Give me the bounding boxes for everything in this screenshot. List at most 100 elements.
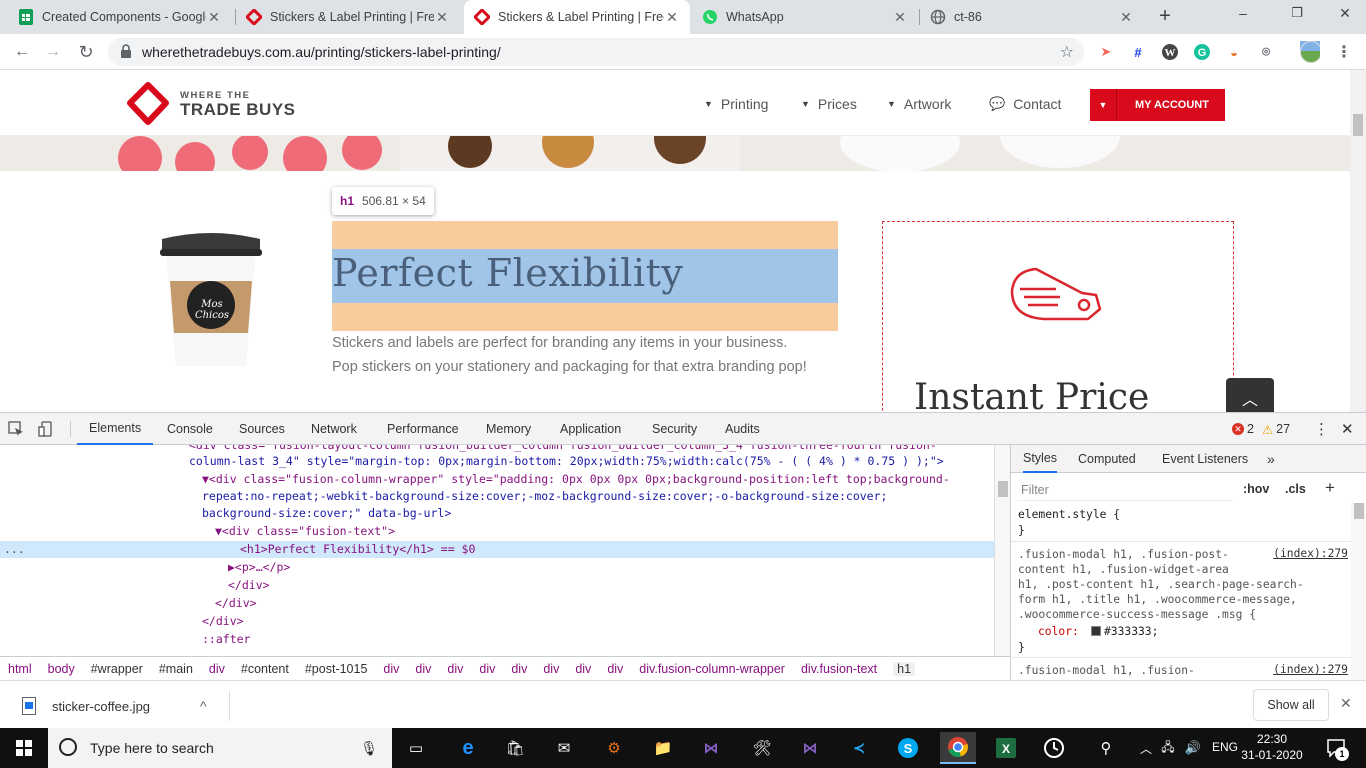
rule-selector[interactable]: .fusion-modal h1, .fusion-: [1018, 663, 1195, 678]
breadcrumb-item[interactable]: #content: [241, 662, 289, 676]
rule-source-link[interactable]: (index):279: [1273, 547, 1348, 560]
tools-icon[interactable]: 🛠: [744, 732, 780, 764]
show-all-button[interactable]: Show all: [1253, 689, 1329, 721]
dom-line[interactable]: </div>: [0, 577, 994, 594]
breadcrumb-item[interactable]: html: [8, 662, 32, 676]
page-scrollbar[interactable]: [1350, 70, 1366, 412]
edge-icon[interactable]: e: [450, 732, 486, 764]
scroll-to-top-button[interactable]: ︿: [1226, 378, 1274, 412]
breadcrumb-item-current[interactable]: h1: [893, 662, 916, 676]
people-icon[interactable]: ⚲: [1094, 732, 1118, 764]
tab-styles[interactable]: Styles: [1023, 445, 1058, 473]
tab-audits[interactable]: Audits: [725, 413, 760, 445]
clock-app-icon[interactable]: [1036, 732, 1072, 764]
taskbar-search-box[interactable]: Type here to search 🎙: [48, 728, 392, 768]
excel-icon[interactable]: X: [988, 732, 1024, 764]
close-icon[interactable]: ✕: [206, 9, 222, 26]
mail-icon[interactable]: ✉: [546, 732, 582, 764]
download-bar-close-icon[interactable]: ✕: [1340, 695, 1352, 712]
tab-created-components[interactable]: Created Components - Google ✕: [8, 0, 232, 34]
network-icon[interactable]: 🖧: [1158, 732, 1178, 764]
download-item[interactable]: sticker-coffee.jpg ^: [12, 691, 230, 721]
tab-elements[interactable]: Elements: [77, 413, 154, 445]
breadcrumb-item[interactable]: div: [209, 662, 225, 676]
chevron-up-icon[interactable]: ^: [200, 698, 207, 714]
wordpress-icon[interactable]: W: [1160, 42, 1180, 62]
store-icon[interactable]: 🛍: [497, 732, 533, 764]
tab-computed[interactable]: Computed: [1078, 445, 1136, 473]
extension-color-icon[interactable]: ◒: [1224, 42, 1244, 62]
address-bar[interactable]: wherethetradebuys.com.au/printing/sticke…: [108, 38, 1084, 66]
nav-printing[interactable]: ▼ Printing: [704, 96, 768, 112]
css-property[interactable]: color:: [1038, 624, 1079, 639]
profile-avatar[interactable]: [1300, 41, 1320, 63]
grammarly-icon[interactable]: G: [1192, 42, 1212, 62]
close-icon[interactable]: ✕: [664, 9, 680, 26]
inspect-element-icon[interactable]: [8, 413, 28, 445]
task-view-icon[interactable]: ▭: [398, 732, 434, 764]
device-toolbar-icon[interactable]: [38, 413, 58, 445]
new-tab-button[interactable]: +: [1154, 5, 1176, 27]
breadcrumb-item[interactable]: div: [447, 662, 463, 676]
clock-date[interactable]: 31-01-2020: [1240, 748, 1304, 762]
extension-grid-icon[interactable]: #: [1128, 42, 1148, 62]
dom-line-selected[interactable]: ... <h1>Perfect Flexibility</h1> == $0: [0, 541, 994, 558]
styles-filter-input[interactable]: Filter: [1017, 479, 1233, 501]
nav-contact[interactable]: 💬 Contact: [989, 96, 1061, 112]
dom-line[interactable]: background-size:cover;" data-bg-url>: [0, 505, 994, 522]
dom-line[interactable]: ▼<div class="fusion-text">: [0, 523, 994, 540]
breadcrumb-item[interactable]: body: [48, 662, 75, 676]
dom-line[interactable]: </div>: [0, 595, 994, 612]
breadcrumb-item[interactable]: #wrapper: [91, 662, 143, 676]
forward-arrow-icon[interactable]: →: [41, 40, 65, 64]
styles-scrollbar[interactable]: [1351, 503, 1366, 681]
dom-line[interactable]: ::after: [0, 631, 994, 648]
window-close-button[interactable]: ✕: [1330, 5, 1360, 27]
close-icon[interactable]: ✕: [434, 9, 450, 26]
minimize-button[interactable]: –: [1228, 5, 1258, 27]
tab-stickers-1[interactable]: Stickers & Label Printing | Free ✕: [236, 0, 460, 34]
scrollbar-thumb[interactable]: [1354, 503, 1364, 519]
vscode-icon[interactable]: ≺: [841, 732, 877, 764]
skype-icon[interactable]: S: [890, 732, 926, 764]
language-indicator[interactable]: ENG: [1212, 740, 1238, 754]
tab-whatsapp[interactable]: WhatsApp ✕: [692, 0, 918, 34]
tab-event-listeners[interactable]: Event Listeners: [1162, 445, 1248, 473]
rule-source-link[interactable]: (index):279: [1273, 663, 1348, 676]
tab-stickers-active[interactable]: Stickers & Label Printing | Free ✕: [464, 0, 690, 34]
maximize-button[interactable]: ❐: [1282, 5, 1312, 27]
dom-line[interactable]: repeat:no-repeat;-webkit-background-size…: [0, 488, 994, 505]
nav-prices[interactable]: ▼ Prices: [801, 96, 857, 112]
scrollbar-thumb[interactable]: [998, 481, 1008, 497]
hov-toggle[interactable]: :hov: [1243, 482, 1269, 496]
tab-ct86[interactable]: ct-86 ✕: [920, 0, 1144, 34]
file-explorer-icon[interactable]: 📁: [645, 732, 681, 764]
nav-artwork[interactable]: ▼ Artwork: [887, 96, 951, 112]
camera-icon[interactable]: ⌾: [1256, 42, 1276, 62]
app-orange-icon[interactable]: ⚙: [596, 732, 632, 764]
tab-console[interactable]: Console: [167, 413, 213, 445]
menu-kebab-icon[interactable]: ⋮: [1334, 42, 1354, 62]
color-swatch[interactable]: [1091, 626, 1101, 636]
reload-icon[interactable]: ↻: [74, 40, 98, 64]
tab-network[interactable]: Network: [311, 413, 357, 445]
ellipsis-icon[interactable]: ...: [4, 541, 25, 558]
microphone-icon[interactable]: 🎙: [360, 740, 378, 757]
tab-security[interactable]: Security: [652, 413, 697, 445]
rule-selector[interactable]: form h1, .title h1, .woocommerce-message…: [1018, 592, 1297, 607]
breadcrumb-item[interactable]: div: [543, 662, 559, 676]
bookmark-star-icon[interactable]: ☆: [1060, 42, 1074, 62]
breadcrumb-item[interactable]: div.fusion-column-wrapper: [639, 662, 785, 676]
dom-line[interactable]: column-last 3_4" style="margin-top: 0px;…: [0, 453, 994, 470]
close-icon[interactable]: ✕: [892, 9, 908, 26]
breadcrumb-item[interactable]: div: [479, 662, 495, 676]
breadcrumb-item[interactable]: div.fusion-text: [801, 662, 877, 676]
cls-toggle[interactable]: .cls: [1285, 482, 1306, 496]
tab-memory[interactable]: Memory: [486, 413, 531, 445]
back-arrow-icon[interactable]: ←: [10, 40, 34, 64]
breadcrumb-item[interactable]: div: [383, 662, 399, 676]
breadcrumb-item[interactable]: div: [415, 662, 431, 676]
dom-line[interactable]: </div>: [0, 613, 994, 630]
tab-performance[interactable]: Performance: [387, 413, 459, 445]
rule-selector[interactable]: .woocommerce-success-message .msg {: [1018, 607, 1256, 622]
